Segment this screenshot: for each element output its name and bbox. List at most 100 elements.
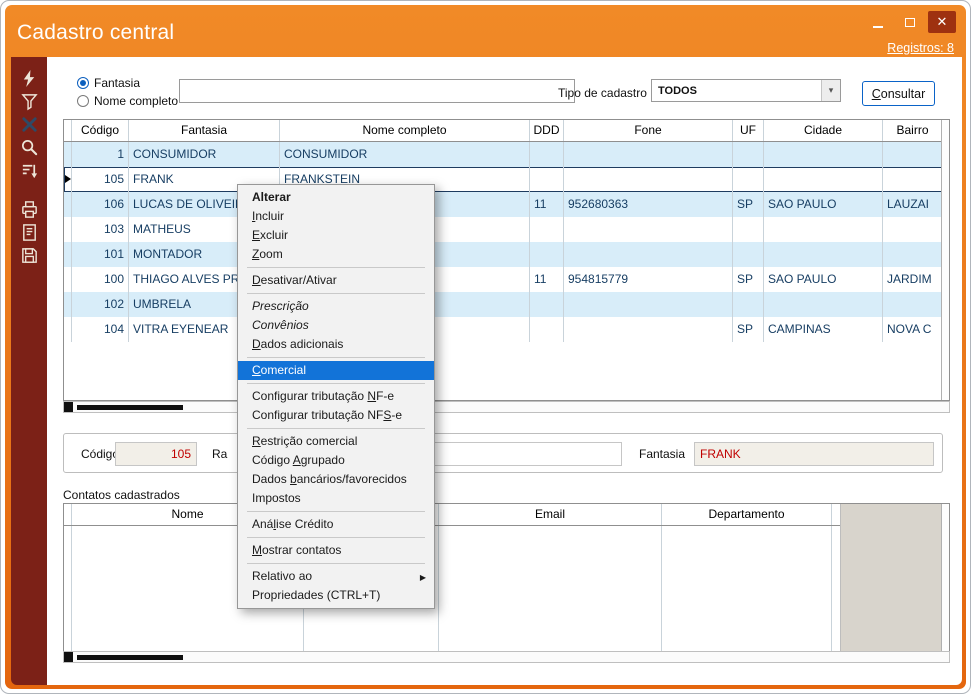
menu-item-desativar-ativar[interactable]: Desativar/Ativar xyxy=(238,271,434,290)
menu-item-configurar-tributa-o-nf-e[interactable]: Configurar tributação NF-e xyxy=(238,387,434,406)
column-header-bairro[interactable]: Bairro xyxy=(883,120,943,141)
column-header-fantasia[interactable]: Fantasia xyxy=(129,120,280,141)
menu-item-configurar-tributa-o-nfs-e[interactable]: Configurar tributação NFS-e xyxy=(238,406,434,425)
grid-cell: 954815779 xyxy=(564,267,733,292)
quick-action-button[interactable] xyxy=(16,67,42,90)
menu-separator xyxy=(247,267,425,268)
tipo-cadastro-dropdown[interactable]: TODOS ▾ xyxy=(651,79,841,102)
grid-cell xyxy=(530,317,564,342)
menu-item-dados-banc-rios-favorecidos[interactable]: Dados bancários/favorecidos xyxy=(238,470,434,489)
clear-filter-button[interactable] xyxy=(16,113,42,136)
contacts-grid-vscrollbar[interactable] xyxy=(941,504,949,651)
column-header-uf[interactable]: UF xyxy=(733,120,764,141)
menu-separator xyxy=(247,428,425,429)
grid-cell xyxy=(733,292,764,317)
menu-item-conv-nios[interactable]: Convênios xyxy=(238,316,434,335)
grid-cell: SAO PAULO xyxy=(764,192,883,217)
minimize-button[interactable] xyxy=(864,11,892,33)
fantasia-field[interactable] xyxy=(694,442,934,466)
menu-item-zoom[interactable]: Zoom xyxy=(238,245,434,264)
column-header-c-digo[interactable]: Código xyxy=(72,120,129,141)
menu-item-mostrar-contatos[interactable]: Mostrar contatos xyxy=(238,541,434,560)
row-marker xyxy=(64,242,72,267)
close-button[interactable]: ✕ xyxy=(928,11,956,33)
print-button[interactable] xyxy=(16,198,42,221)
hscrollbar-thumb[interactable] xyxy=(77,405,183,410)
menu-item-propriedades-ctrl-t[interactable]: Propriedades (CTRL+T) xyxy=(238,586,434,605)
grid-cell xyxy=(733,167,764,192)
menu-separator xyxy=(247,511,425,512)
menu-item-an-lise-cr-dito[interactable]: Análise Crédito xyxy=(238,515,434,534)
grid-cell xyxy=(733,142,764,167)
report-button[interactable] xyxy=(16,221,42,244)
grid-cell: 952680363 xyxy=(564,192,733,217)
column-header-cidade[interactable]: Cidade xyxy=(764,120,883,141)
contacts-grid-rows xyxy=(64,526,949,651)
nome-completo-radio-row: Nome completo xyxy=(77,94,178,108)
menu-item-excluir[interactable]: Excluir xyxy=(238,226,434,245)
grid-cell: CONSUMIDOR xyxy=(129,142,280,167)
menu-item-dados-adicionais[interactable]: Dados adicionais xyxy=(238,335,434,354)
grid-row[interactable]: 103MATHEUS xyxy=(64,217,949,242)
menu-separator xyxy=(247,357,425,358)
row-marker xyxy=(64,267,72,292)
tipo-cadastro-label: Tipo de cadastro xyxy=(558,86,647,100)
grid-row[interactable]: 100THIAGO ALVES PR11954815779SPSAO PAULO… xyxy=(64,267,949,292)
menu-item-prescri-o[interactable]: Prescrição xyxy=(238,297,434,316)
grid-cell: CONSUMIDOR xyxy=(280,142,530,167)
menu-item-incluir[interactable]: Incluir xyxy=(238,207,434,226)
contacts-grid-hscrollbar[interactable] xyxy=(63,651,950,663)
contacts-cell xyxy=(439,626,662,651)
main-grid-hscrollbar[interactable] xyxy=(63,401,950,413)
hscrollbar-thumb[interactable] xyxy=(77,655,183,660)
nome-completo-radio[interactable] xyxy=(77,95,89,107)
search-input[interactable] xyxy=(179,79,575,103)
sort-button[interactable] xyxy=(16,159,42,182)
registros-link[interactable]: Registros: 8 xyxy=(887,41,954,55)
column-header-fone[interactable]: Fone xyxy=(564,120,733,141)
contacts-column-header-departamento[interactable]: Departamento xyxy=(662,504,832,525)
grid-cell xyxy=(530,142,564,167)
menu-item-c-digo-agrupado[interactable]: Código Agrupado xyxy=(238,451,434,470)
grid-row[interactable]: 106LUCAS DE OLIVEIR11952680363SPSAO PAUL… xyxy=(64,192,949,217)
menu-item-restri-o-comercial[interactable]: Restrição comercial xyxy=(238,432,434,451)
hscrollbar-left-button[interactable] xyxy=(64,652,73,662)
grid-row[interactable]: 1CONSUMIDORCONSUMIDOR xyxy=(64,142,949,167)
zoom-button[interactable] xyxy=(16,136,42,159)
menu-item-impostos[interactable]: Impostos xyxy=(238,489,434,508)
codigo-label: Código xyxy=(81,447,119,461)
column-header-ddd[interactable]: DDD xyxy=(530,120,564,141)
grid-cell xyxy=(883,242,943,267)
main-grid: CódigoFantasiaNome completoDDDFoneUFCida… xyxy=(63,119,950,401)
codigo-field[interactable] xyxy=(115,442,197,466)
fantasia-radio-label: Fantasia xyxy=(94,76,140,90)
grid-row[interactable]: 101MONTADOR xyxy=(64,242,949,267)
main-grid-vscrollbar[interactable] xyxy=(941,120,949,400)
app-window-frame: Cadastro central ✕ Registros: 8 xyxy=(0,0,971,694)
save-button[interactable] xyxy=(16,244,42,267)
column-header-nome-completo[interactable]: Nome completo xyxy=(280,120,530,141)
grid-cell xyxy=(564,317,733,342)
grid-cell: LAUZAI xyxy=(883,192,943,217)
grid-cell: 101 xyxy=(72,242,129,267)
fantasia-radio-row: Fantasia xyxy=(77,76,140,90)
grid-row[interactable]: 102UMBRELA xyxy=(64,292,949,317)
filter-button[interactable] xyxy=(16,90,42,113)
consultar-button[interactable]: Consultar xyxy=(862,81,935,106)
contacts-empty-row xyxy=(64,626,949,651)
menu-item-alterar[interactable]: Alterar xyxy=(238,188,434,207)
menu-item-comercial[interactable]: Comercial xyxy=(238,361,434,380)
close-icon: ✕ xyxy=(937,14,948,30)
grid-cell: 11 xyxy=(530,267,564,292)
contacts-column-header-email[interactable]: Email xyxy=(439,504,662,525)
grid-row[interactable]: 104VITRA EYENEARSPCAMPINASNOVA C xyxy=(64,317,949,342)
grid-cell: 104 xyxy=(72,317,129,342)
lightning-icon xyxy=(20,69,39,88)
dropdown-arrow-icon[interactable]: ▾ xyxy=(821,80,840,101)
maximize-button[interactable] xyxy=(896,11,924,33)
hscrollbar-left-button[interactable] xyxy=(64,402,73,412)
menu-item-relativo-ao[interactable]: Relativo ao▶ xyxy=(238,567,434,586)
row-marker xyxy=(64,142,72,167)
grid-row[interactable]: 105FRANKFRANKSTEIN xyxy=(64,167,949,192)
fantasia-radio[interactable] xyxy=(77,77,89,89)
